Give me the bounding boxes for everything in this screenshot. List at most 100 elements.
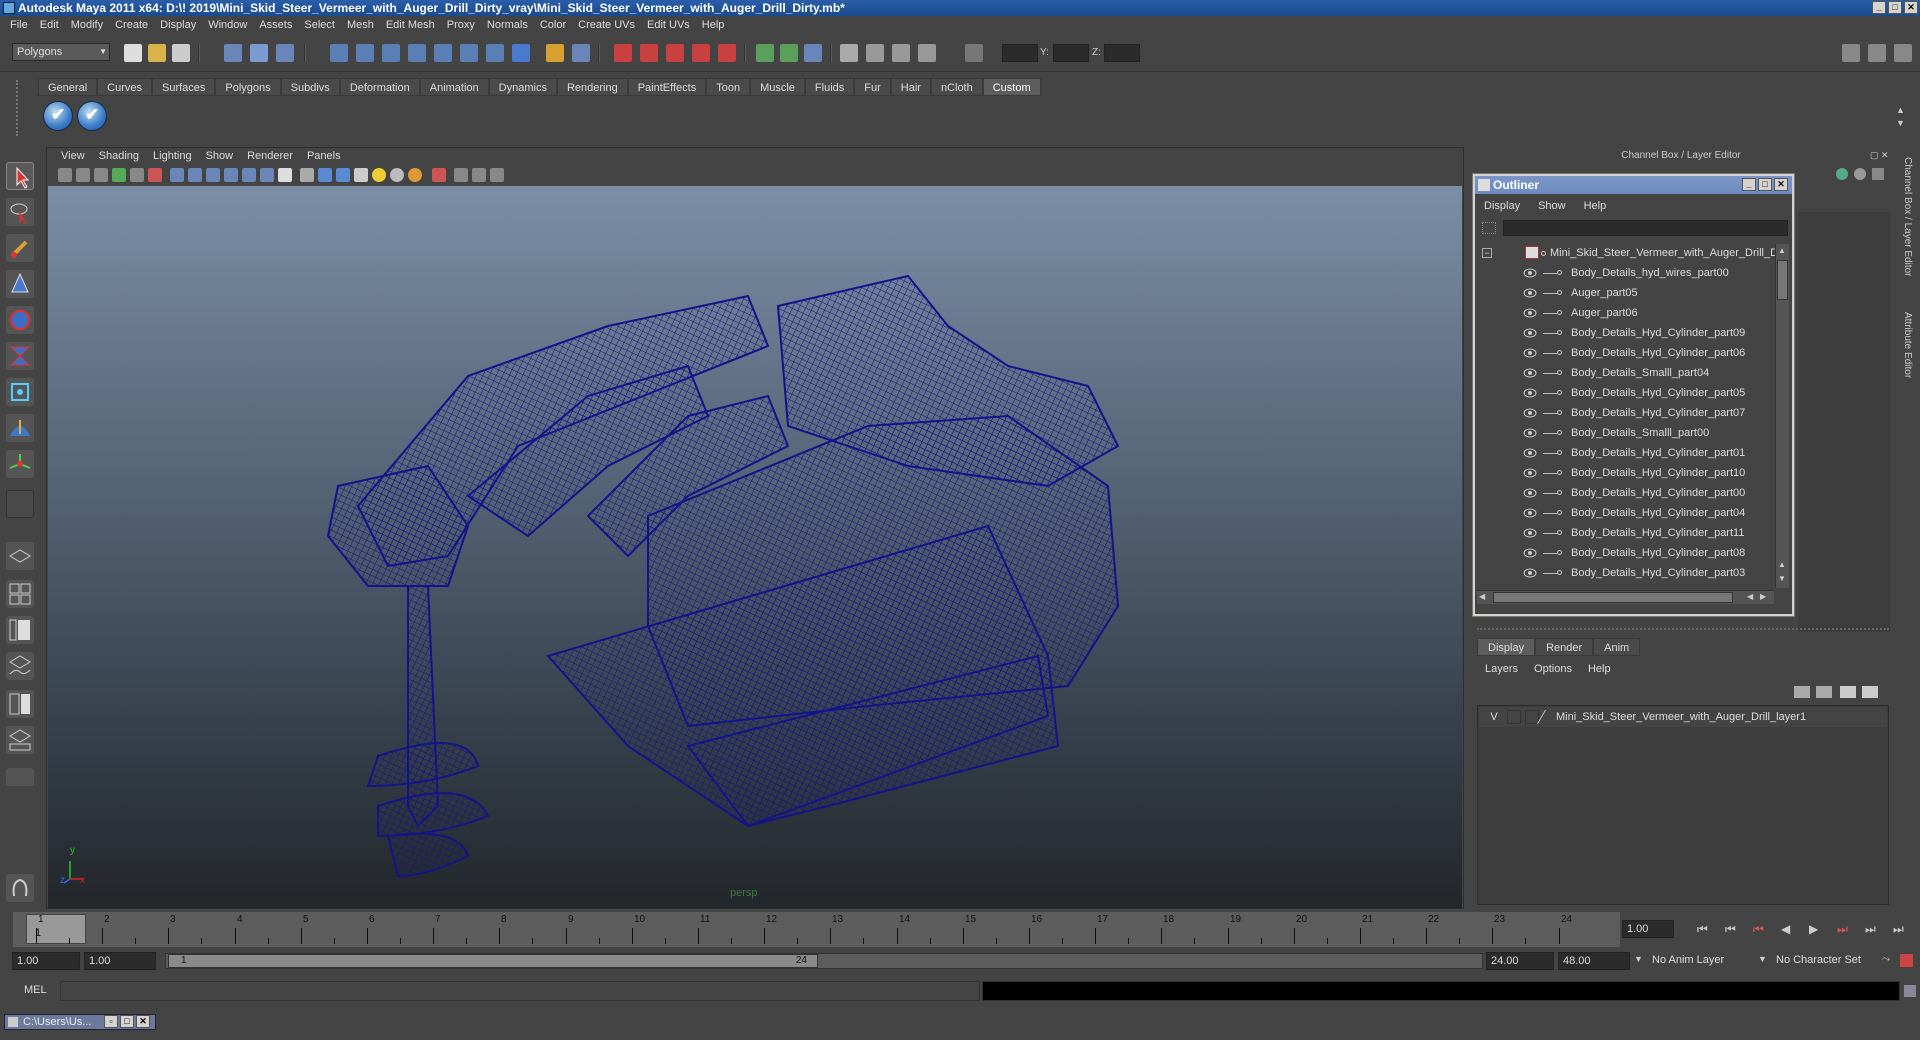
go-to-end-icon[interactable]: ⏭ <box>1893 922 1904 937</box>
paint-select-tool-icon[interactable] <box>6 234 34 262</box>
pin-icon[interactable] <box>1872 168 1884 180</box>
scroll-down-icon[interactable]: ▼ <box>1778 574 1786 583</box>
render-current-frame-icon[interactable] <box>840 44 858 62</box>
layer-menu-help[interactable]: Help <box>1580 660 1619 678</box>
character-set-dropdown[interactable]: No Character Set <box>1772 952 1876 970</box>
layer-tab-render[interactable]: Render <box>1535 638 1594 656</box>
shelf-scroll-arrows-icon[interactable]: ▲ ▼ <box>1896 104 1905 130</box>
play-forwards-icon[interactable]: ▶ <box>1809 922 1818 936</box>
range-slider-handle[interactable]: 1 24 <box>168 954 818 968</box>
transform-mode-icon[interactable] <box>965 44 983 62</box>
mask-joints-icon[interactable] <box>356 44 374 62</box>
scroll-right-icon[interactable]: ▶ <box>1760 592 1766 601</box>
high-quality-rendering-icon[interactable] <box>490 168 504 182</box>
resolution-gate-icon[interactable] <box>206 168 220 182</box>
panel-float-close-icon[interactable]: ▢ ✕ <box>1870 150 1889 161</box>
open-scene-icon[interactable] <box>148 44 166 62</box>
outliner-menu-show[interactable]: Show <box>1529 197 1575 215</box>
menu-window[interactable]: Window <box>202 19 253 31</box>
shelf-tab-muscle[interactable]: Muscle <box>750 78 805 96</box>
output-ops-icon[interactable] <box>780 44 798 62</box>
step-back-frame-icon[interactable]: ⏮ <box>1753 922 1764 937</box>
menu-modify[interactable]: Modify <box>65 19 109 31</box>
show-channel-box-icon[interactable] <box>1894 44 1912 62</box>
mask-rendering-icon[interactable] <box>486 44 504 62</box>
step-back-key-icon[interactable]: ⏮ <box>1725 922 1736 937</box>
outliner-menu-display[interactable]: Display <box>1475 197 1529 215</box>
layer-tab-display[interactable]: Display <box>1477 638 1536 656</box>
textured-icon[interactable] <box>354 168 368 182</box>
mel-input[interactable] <box>60 981 980 1001</box>
animation-end-field[interactable]: 48.00 <box>1558 952 1630 970</box>
rotate-tool-icon[interactable] <box>6 306 34 334</box>
grease-pencil-icon[interactable] <box>148 168 162 182</box>
xray-joints-icon[interactable] <box>472 168 486 182</box>
outliner-item[interactable]: Body_Details_hyd_wires_part00 <box>1475 263 1775 283</box>
menu-edit-mesh[interactable]: Edit Mesh <box>380 19 441 31</box>
soft-modification-icon[interactable] <box>6 414 34 442</box>
show-manipulator-icon[interactable] <box>6 450 34 478</box>
layer-row[interactable]: V Mini_Skid_Steer_Vermeer_with_Auger_Dri… <box>1479 707 1887 727</box>
playback-start-field[interactable]: 1.00 <box>84 952 156 970</box>
side-tab-attribute-editor[interactable]: Attribute Editor <box>1902 312 1913 378</box>
mask-misc-icon[interactable] <box>512 44 530 62</box>
last-tool-used-slot[interactable] <box>6 490 34 518</box>
snap-grid-icon[interactable] <box>614 44 632 62</box>
animation-preferences-icon[interactable] <box>1900 954 1913 967</box>
taskitem-maximize-button[interactable]: □ <box>120 1015 134 1028</box>
save-scene-icon[interactable] <box>172 44 190 62</box>
scroll-left-icon[interactable]: ◀ <box>1747 592 1753 601</box>
scroll-up-icon[interactable]: ▲ <box>1778 246 1786 255</box>
animation-start-field[interactable]: 1.00 <box>12 952 80 970</box>
menu-proxy[interactable]: Proxy <box>441 19 481 31</box>
scroll-thumb[interactable] <box>1777 260 1788 300</box>
outliner-vertical-scrollbar[interactable]: ▲ ▲ ▼ <box>1775 244 1789 588</box>
go-to-start-icon[interactable]: ⏮ <box>1697 922 1708 937</box>
mask-curves-icon[interactable] <box>382 44 400 62</box>
taskitem-close-button[interactable]: ✕ <box>136 1015 150 1028</box>
layer-menu-options[interactable]: Options <box>1526 660 1580 678</box>
shelf-tab-deformation[interactable]: Deformation <box>339 78 420 96</box>
menu-mesh[interactable]: Mesh <box>341 19 380 31</box>
shelf-tab-subdivs[interactable]: Subdivs <box>280 78 340 96</box>
outliner-item[interactable]: Auger_part05 <box>1475 283 1775 303</box>
current-time-field[interactable]: 1.00 <box>1622 920 1674 938</box>
mask-dynamics-icon[interactable] <box>460 44 478 62</box>
persp-outliner-layout-icon[interactable] <box>6 616 34 644</box>
four-view-layout-icon[interactable] <box>6 580 34 608</box>
make-live-icon[interactable] <box>718 44 736 62</box>
menu-select[interactable]: Select <box>298 19 341 31</box>
outliner-item[interactable]: Body_Details_Hyd_Cylinder_part09 <box>1475 323 1775 343</box>
perspective-viewport[interactable] <box>48 186 1462 908</box>
wireframe-shading-icon[interactable] <box>300 168 314 182</box>
two-d-pan-zoom-icon[interactable] <box>130 168 144 182</box>
safe-action-icon[interactable] <box>260 168 274 182</box>
auto-key-icon[interactable]: ⤳ <box>1882 954 1890 965</box>
wireframe-on-shaded-icon[interactable] <box>336 168 350 182</box>
new-layer-empty-icon[interactable] <box>1794 686 1810 698</box>
minimize-button[interactable]: _ <box>1872 1 1886 14</box>
outliner-item[interactable]: Body_Details_Hyd_Cylinder_part11 <box>1475 523 1775 543</box>
side-tab-channel-box[interactable]: Channel Box / Layer Editor <box>1902 157 1913 277</box>
anim-layer-dropdown-arrow-icon[interactable]: ▼ <box>1634 954 1643 964</box>
snap-curve-icon[interactable] <box>640 44 658 62</box>
channel-settings-icon[interactable] <box>1854 168 1866 180</box>
viewport-menu-shading[interactable]: Shading <box>92 148 146 165</box>
outliner-item[interactable]: Body_Details_Smalll_part04 <box>1475 363 1775 383</box>
shadows-icon[interactable] <box>390 168 404 182</box>
scale-tool-icon[interactable] <box>6 342 34 370</box>
menu-create-uvs[interactable]: Create UVs <box>572 19 641 31</box>
all-lights-icon[interactable] <box>408 168 422 182</box>
outliner-item[interactable]: Body_Details_Smalll_part00 <box>1475 423 1775 443</box>
panel-splitter[interactable] <box>1477 628 1889 631</box>
viewport-menu-lighting[interactable]: Lighting <box>146 148 199 165</box>
select-component-icon[interactable] <box>276 44 294 62</box>
render-settings-icon[interactable] <box>892 44 910 62</box>
step-forward-key-icon[interactable]: ⏭ <box>1865 922 1876 937</box>
custom-shelf-button-1-icon[interactable] <box>43 101 73 131</box>
shelf-handle[interactable] <box>16 80 26 136</box>
shelf-tab-surfaces[interactable]: Surfaces <box>151 78 216 96</box>
smooth-shading-icon[interactable] <box>318 168 332 182</box>
custom-shelf-button-2-icon[interactable] <box>77 101 107 131</box>
safe-title-icon[interactable] <box>278 168 292 182</box>
